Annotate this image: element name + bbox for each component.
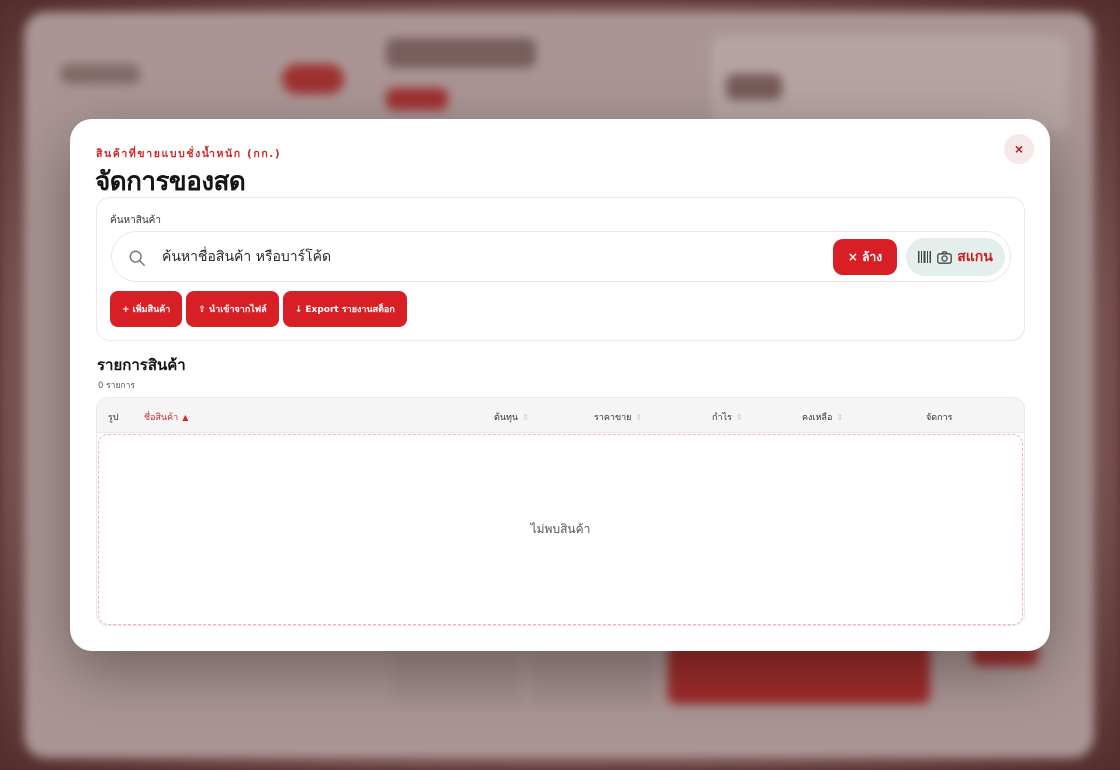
search-input[interactable] (162, 241, 822, 273)
close-icon: × (1014, 141, 1024, 157)
barcode-icon (918, 251, 932, 263)
scan-label: สแกน (957, 249, 993, 265)
scan-button[interactable]: สแกน (906, 238, 1005, 276)
sort-icon: ⇕ (836, 413, 844, 422)
action-row: + เพิ่มสินค้า ⇧ นำเข้าจากไฟล์ ↓ Export ร… (110, 291, 407, 327)
search-icon (129, 250, 145, 266)
column-label: ชื่อสินค้า (144, 413, 179, 423)
fresh-products-modal: × สินค้าที่ขายแบบชั่งน้ำหนัก (กก.) จัดกา… (70, 119, 1050, 651)
product-count: 0 รายการ (98, 381, 135, 391)
modal-title: จัดการของสด (95, 167, 246, 197)
table-header: รูป ชื่อสินค้า ▲ ต้นทุน ⇕ ราคาขาย ⇕ กำไร ⇕ ค… (97, 398, 1024, 433)
column-label: คงเหลือ (802, 413, 833, 423)
column-header-price[interactable]: ราคาขาย ⇕ (594, 410, 642, 424)
close-button[interactable]: × (1004, 134, 1034, 164)
column-header-manage: จัดการ (926, 410, 952, 424)
column-label: ราคาขาย (594, 413, 632, 423)
search-box: × ล้าง สแกน (111, 231, 1011, 282)
column-header-cost[interactable]: ต้นทุน ⇕ (494, 410, 529, 424)
sort-icon: ⇕ (735, 413, 743, 422)
column-header-image: รูป (108, 410, 119, 424)
import-file-button[interactable]: ⇧ นำเข้าจากไฟล์ (186, 291, 279, 327)
sort-asc-icon: ▲ (182, 413, 189, 422)
modal-eyebrow: สินค้าที่ขายแบบชั่งน้ำหนัก (กก.) (96, 148, 282, 160)
column-header-name[interactable]: ชื่อสินค้า ▲ (144, 410, 188, 424)
search-card: ค้นหาสินค้า × ล้าง (96, 197, 1025, 341)
column-label: จัดการ (926, 413, 953, 423)
sort-icon: ⇕ (522, 413, 529, 422)
column-label: กำไร (712, 413, 732, 423)
column-header-stock[interactable]: คงเหลือ ⇕ (802, 410, 843, 424)
clear-search-button[interactable]: × ล้าง (833, 239, 897, 275)
camera-icon (937, 250, 953, 264)
product-list-title: รายการสินค้า (97, 356, 186, 374)
column-label: รูป (108, 413, 119, 423)
sort-icon: ⇕ (635, 413, 643, 422)
column-label: ต้นทุน (494, 413, 519, 423)
product-table: รูป ชื่อสินค้า ▲ ต้นทุน ⇕ ราคาขาย ⇕ กำไร ⇕ ค… (96, 397, 1025, 626)
search-label: ค้นหาสินค้า (110, 215, 161, 226)
export-stock-report-button[interactable]: ↓ Export รายงานสต็อก (282, 291, 407, 327)
empty-state: ไม่พบสินค้า (98, 434, 1023, 625)
add-product-button[interactable]: + เพิ่มสินค้า (110, 291, 183, 327)
column-header-profit[interactable]: กำไร ⇕ (712, 410, 743, 424)
